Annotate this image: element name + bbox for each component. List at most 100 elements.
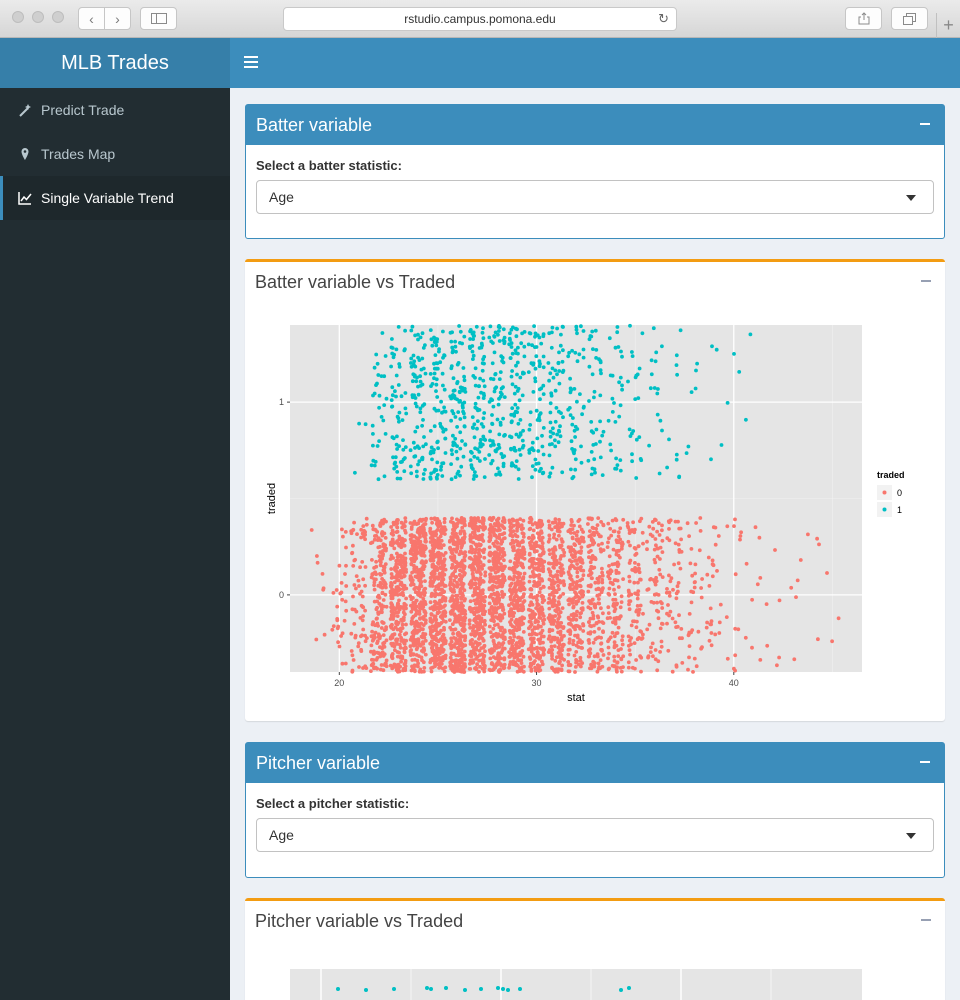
data-point	[530, 440, 535, 445]
box-header: Pitcher variable	[246, 743, 944, 783]
data-point	[399, 659, 403, 664]
data-point	[417, 654, 421, 658]
data-point	[491, 618, 496, 623]
back-button[interactable]: ‹	[78, 7, 105, 30]
data-point	[372, 583, 376, 588]
data-point	[659, 639, 664, 644]
data-point	[665, 587, 669, 591]
data-point	[442, 353, 446, 358]
data-point	[408, 653, 413, 657]
minimize-window-icon[interactable]	[32, 11, 44, 23]
data-point	[379, 651, 384, 656]
data-point	[477, 384, 481, 389]
data-point	[669, 576, 674, 581]
data-point	[395, 565, 400, 570]
data-point	[554, 406, 559, 410]
data-point	[705, 572, 710, 577]
collapse-icon[interactable]	[921, 280, 931, 282]
data-point	[600, 588, 604, 593]
data-point	[614, 518, 619, 523]
data-point	[539, 529, 544, 533]
batter-stat-select[interactable]: Age	[256, 180, 934, 214]
tabs-button[interactable]	[891, 7, 928, 30]
data-point	[707, 584, 712, 588]
data-point	[502, 536, 506, 541]
data-point	[331, 624, 336, 628]
data-point	[481, 396, 486, 400]
data-point	[732, 352, 736, 356]
data-point	[519, 341, 524, 346]
sidebar-item-predict-trade[interactable]: Predict Trade	[0, 88, 230, 132]
sidebar-item-trades-map[interactable]: Trades Map	[0, 132, 230, 176]
data-point	[677, 613, 681, 618]
data-point	[430, 343, 435, 348]
data-point	[455, 425, 459, 429]
data-point	[536, 654, 541, 658]
collapse-icon[interactable]	[920, 123, 930, 125]
sidebar-toggle-button[interactable]	[140, 7, 177, 30]
data-point	[651, 600, 656, 605]
data-point	[511, 632, 516, 636]
data-point	[440, 638, 445, 643]
share-button[interactable]	[845, 7, 882, 30]
data-point	[513, 402, 518, 407]
data-point	[455, 471, 460, 476]
data-point	[757, 535, 762, 540]
data-point	[476, 601, 480, 606]
data-point	[639, 629, 643, 634]
data-point	[580, 601, 585, 605]
data-point	[449, 462, 453, 466]
data-point	[538, 631, 543, 636]
data-point	[569, 618, 573, 622]
sidebar-item-single-variable-trend[interactable]: Single Variable Trend	[0, 176, 230, 220]
caret-down-icon	[906, 833, 916, 839]
data-point	[590, 516, 594, 521]
data-point	[586, 589, 591, 594]
data-point	[606, 521, 611, 526]
data-point	[400, 626, 405, 630]
new-tab-button[interactable]: +	[936, 13, 960, 38]
data-point	[646, 654, 651, 658]
address-bar[interactable]: rstudio.campus.pomona.edu ↻	[283, 7, 677, 31]
zoom-window-icon[interactable]	[52, 11, 64, 23]
data-point	[655, 668, 660, 673]
data-point	[452, 535, 456, 539]
collapse-icon[interactable]	[921, 919, 931, 921]
data-point	[618, 526, 623, 531]
data-point	[428, 429, 433, 433]
data-point	[689, 600, 694, 605]
data-point	[656, 521, 661, 526]
data-point	[580, 646, 584, 650]
y-tick-label: 1	[279, 397, 284, 407]
hamburger-menu-icon[interactable]	[244, 56, 258, 68]
data-point	[469, 652, 473, 656]
data-point	[575, 399, 579, 404]
data-point	[520, 562, 525, 566]
data-point	[753, 525, 758, 530]
forward-button[interactable]: ›	[104, 7, 131, 30]
collapse-icon[interactable]	[920, 761, 930, 763]
data-point	[530, 464, 535, 468]
pitcher-stat-select[interactable]: Age	[256, 818, 934, 852]
app-logo[interactable]: MLB Trades	[0, 38, 230, 88]
data-point	[676, 589, 680, 594]
data-point	[568, 386, 573, 391]
data-point	[586, 638, 591, 643]
data-point	[413, 446, 417, 450]
data-point	[612, 529, 617, 534]
data-point	[429, 445, 434, 450]
reload-icon[interactable]: ↻	[658, 11, 669, 27]
data-point	[612, 616, 617, 621]
data-point	[371, 443, 375, 448]
close-window-icon[interactable]	[12, 11, 24, 23]
data-point	[571, 642, 576, 647]
data-point	[499, 565, 503, 570]
data-point	[637, 610, 641, 615]
data-point	[455, 662, 460, 667]
data-point	[606, 605, 611, 610]
data-point	[499, 547, 504, 551]
data-point	[591, 616, 596, 621]
data-point	[547, 634, 552, 639]
data-point	[507, 575, 512, 580]
data-point	[713, 525, 718, 530]
